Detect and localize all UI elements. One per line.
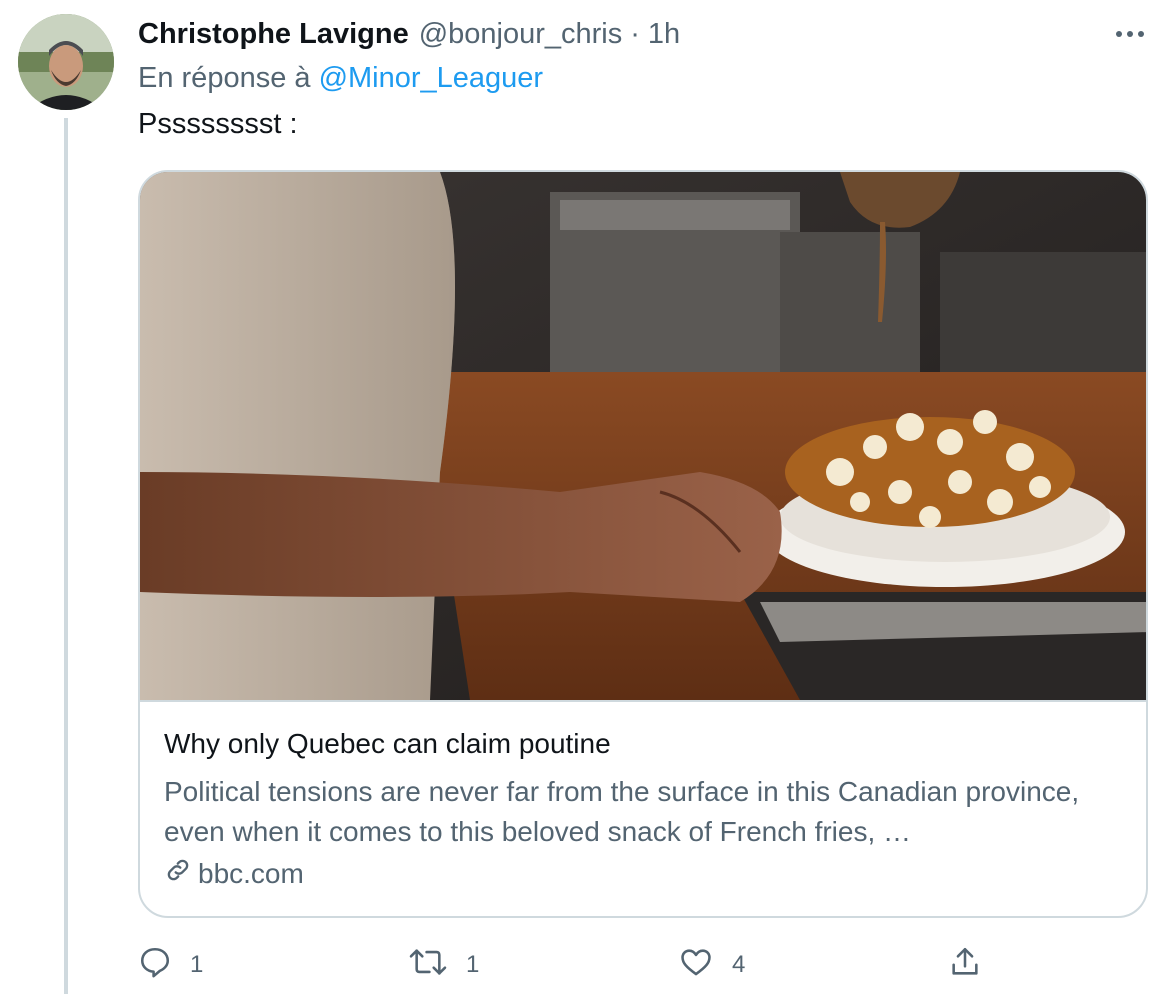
heart-icon — [678, 945, 714, 986]
link-card[interactable]: Why only Quebec can claim poutine Politi… — [138, 170, 1148, 918]
share-icon — [948, 945, 982, 986]
tweet[interactable]: Christophe Lavigne @bonjour_chris · 1h E… — [0, 0, 1170, 994]
retweet-icon — [408, 945, 448, 986]
card-domain[interactable]: bbc.com — [164, 856, 304, 891]
reply-button[interactable]: 1 — [138, 942, 203, 988]
separator-dot: · — [630, 17, 640, 50]
avatar[interactable] — [18, 14, 114, 110]
card-description: Political tensions are never far from th… — [164, 776, 1080, 847]
author-handle[interactable]: @bonjour_chris — [419, 18, 623, 51]
link-icon — [164, 856, 198, 891]
thread-line — [64, 118, 68, 994]
tweet-text: Psssssssst : — [138, 108, 298, 140]
reply-context: En réponse à @Minor_Leaguer — [138, 62, 543, 95]
retweet-count: 1 — [466, 951, 480, 978]
retweet-button[interactable]: 1 — [408, 942, 479, 988]
more-horizontal-icon[interactable] — [1112, 18, 1148, 50]
tweet-header: Christophe Lavigne @bonjour_chris · 1h — [138, 14, 680, 54]
timestamp[interactable]: 1h — [648, 18, 680, 51]
like-count: 4 — [732, 951, 746, 978]
reply-prefix: En réponse à — [138, 62, 311, 94]
card-image[interactable] — [140, 172, 1146, 702]
reply-count: 1 — [190, 951, 204, 978]
share-button[interactable] — [948, 942, 982, 988]
like-button[interactable]: 4 — [678, 942, 745, 988]
reply-mention-link[interactable]: @Minor_Leaguer — [319, 62, 544, 94]
card-title[interactable]: Why only Quebec can claim poutine — [164, 728, 611, 760]
card-domain-text: bbc.com — [198, 857, 304, 889]
reply-icon — [138, 945, 172, 986]
author-name[interactable]: Christophe Lavigne — [138, 18, 409, 51]
action-bar: 1 1 4 — [138, 942, 1148, 988]
